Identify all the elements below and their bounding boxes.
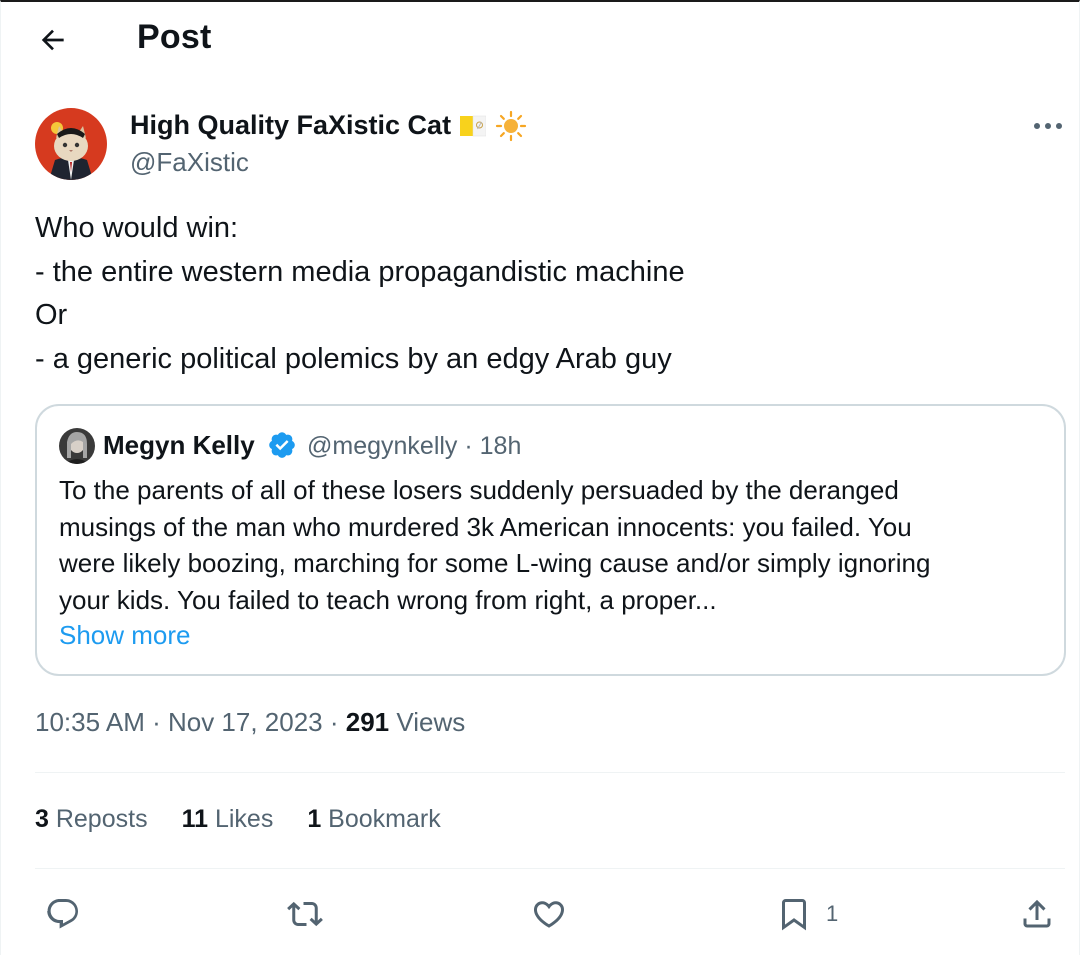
show-more-link[interactable]: Show more xyxy=(59,620,191,651)
quoted-handle-time: @megynkelly · 18h xyxy=(307,432,522,460)
vatican-flag-icon xyxy=(460,115,486,137)
views-count: 291 xyxy=(345,707,390,737)
divider xyxy=(35,772,1065,773)
quoted-post-line: were likely boozing, marching for some L… xyxy=(59,548,931,578)
post-timestamp-row: 10:35 AM · Nov 17, 2023 · 291 Views xyxy=(35,707,465,738)
quoted-post-card[interactable]: Megyn Kelly @megynkelly · 18h To the par… xyxy=(35,404,1066,676)
more-options-button[interactable] xyxy=(1027,110,1069,142)
bookmark-action-count: 1 xyxy=(826,901,839,926)
quoted-post-text: To the parents of all of these losers su… xyxy=(59,472,1049,618)
post-page: Post High Quality FaXistic Cat @FaXistic… xyxy=(0,0,1080,955)
bookmarks-label: Bookmark xyxy=(321,805,441,833)
post-line: - the entire western media propagandisti… xyxy=(35,255,685,288)
share-icon xyxy=(1023,899,1051,928)
post-line: - a generic political polemics by an edg… xyxy=(35,342,672,375)
reposts-label: Reposts xyxy=(48,805,148,833)
separator: · xyxy=(144,707,168,737)
reply-button[interactable] xyxy=(45,893,81,935)
views-label: Views xyxy=(389,707,466,737)
quoted-post-line: To the parents of all of these losers su… xyxy=(59,475,899,505)
divider xyxy=(35,868,1065,869)
sun-icon xyxy=(495,110,527,142)
separator: · xyxy=(322,707,346,737)
likes-label: Likes xyxy=(208,805,274,833)
quoted-author-avatar[interactable] xyxy=(59,428,95,464)
bookmarks-count: 1 xyxy=(307,805,322,833)
page-header: Post xyxy=(1,2,1080,78)
quoted-author-name[interactable]: Megyn Kelly xyxy=(103,430,255,461)
reply-icon xyxy=(47,899,78,929)
verified-badge-icon xyxy=(269,432,295,458)
quoted-post-line: your kids. You failed to teach wrong fro… xyxy=(59,584,717,615)
bookmark-icon xyxy=(782,899,806,931)
post-date[interactable]: Nov 17, 2023 xyxy=(168,707,323,737)
author-avatar[interactable] xyxy=(35,108,107,180)
quoted-post-line: musings of the man who murdered 3k Ameri… xyxy=(59,511,912,542)
author-handle[interactable]: @FaXistic xyxy=(130,147,249,178)
reposts-stat[interactable]: 3 Reposts xyxy=(35,805,148,834)
repost-icon xyxy=(287,901,323,927)
arrow-left-icon xyxy=(41,29,64,51)
reposts-count: 3 xyxy=(35,805,49,833)
heart-icon xyxy=(533,901,565,928)
back-button[interactable] xyxy=(33,20,73,60)
share-button[interactable] xyxy=(1019,893,1055,935)
likes-count: 11 xyxy=(181,805,209,833)
like-button[interactable] xyxy=(531,893,567,935)
page-title: Post xyxy=(137,18,212,56)
author-display-name[interactable]: High Quality FaXistic Cat xyxy=(130,110,451,141)
post-text: Who would win: - the entire western medi… xyxy=(35,207,1045,381)
more-horizontal-icon xyxy=(1034,123,1062,129)
bookmarks-stat[interactable]: 1 Bookmark xyxy=(307,805,440,834)
engagement-stats: 3 Reposts 11 Likes 1 Bookmark xyxy=(35,805,475,834)
repost-button[interactable] xyxy=(287,893,323,935)
bookmark-button[interactable]: 1 xyxy=(776,893,838,935)
post-line: Or xyxy=(35,299,68,331)
post-line: Who would win: xyxy=(35,212,239,244)
post-time[interactable]: 10:35 AM xyxy=(35,707,145,737)
likes-stat[interactable]: 11 Likes xyxy=(182,805,274,834)
